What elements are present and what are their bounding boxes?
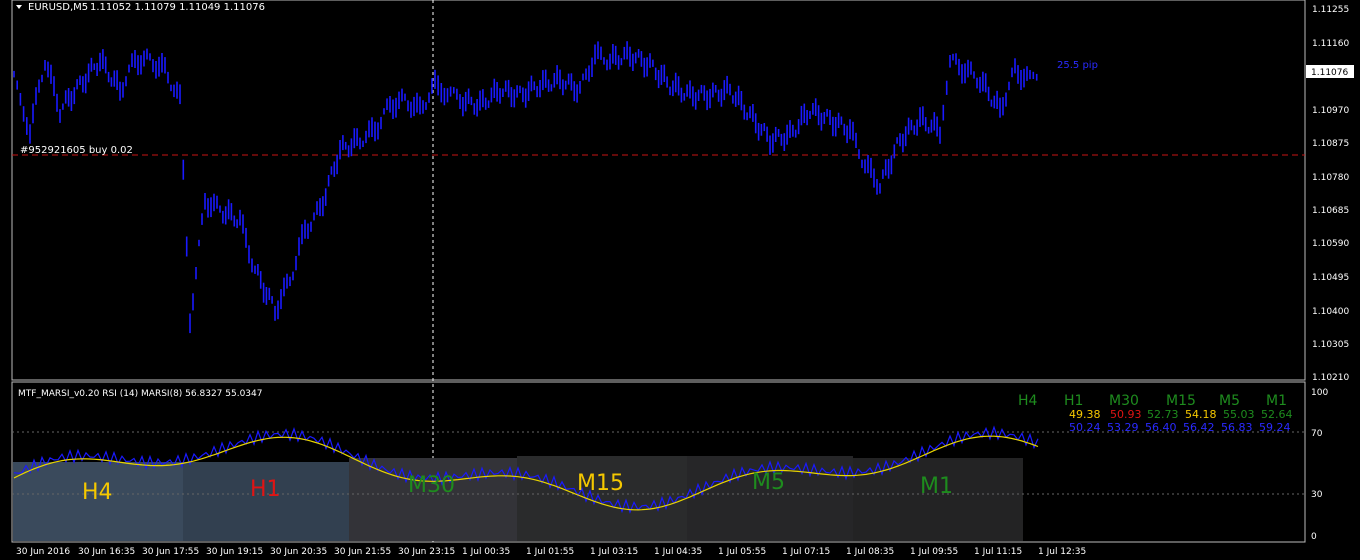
time-axis-label: 1 Jul 11:15 xyxy=(974,547,1022,557)
main-chart-area[interactable] xyxy=(11,0,1306,381)
time-axis-label: 30 Jun 21:55 xyxy=(334,547,391,557)
time-axis-label: 1 Jul 09:55 xyxy=(910,547,958,557)
time-axis-label: 1 Jul 08:35 xyxy=(846,547,894,557)
tf-rsi-value: 52.64 xyxy=(1261,408,1293,421)
zone-label-m1: M1 xyxy=(920,474,953,499)
spread-label: 25.5 pip xyxy=(1057,60,1098,71)
tf-name: H4 xyxy=(1018,393,1038,409)
indicator-scale-label: 100 xyxy=(1311,388,1328,398)
mt4-chart-window: #952921605 buy 0.02 EURUSD,M5 1.11052 1.… xyxy=(0,0,1360,560)
price-axis-label: 1.11255 xyxy=(1312,5,1349,15)
zone-label-m30: M30 xyxy=(408,473,455,498)
zone-m5 xyxy=(687,456,853,541)
time-axis-label: 30 Jun 20:35 xyxy=(270,547,327,557)
tf-marsi-value: 56.42 xyxy=(1183,421,1215,434)
tf-marsi-value: 56.40 xyxy=(1145,421,1177,434)
indicator-scale-label: 70 xyxy=(1311,429,1323,439)
price-chart[interactable]: #952921605 buy 0.02 EURUSD,M5 1.11052 1.… xyxy=(0,0,1360,560)
zone-m30 xyxy=(349,458,517,541)
time-axis-label: 1 Jul 04:35 xyxy=(654,547,702,557)
time-axis-label: 1 Jul 07:15 xyxy=(782,547,830,557)
price-axis-label: 1.11160 xyxy=(1312,39,1349,49)
price-axis-label: 1.10210 xyxy=(1312,373,1349,383)
tf-rsi-value: 49.38 xyxy=(1069,408,1101,421)
time-axis-label: 1 Jul 12:35 xyxy=(1038,547,1086,557)
tf-name: M30 xyxy=(1109,393,1139,409)
tf-rsi-value: 54.18 xyxy=(1185,408,1217,421)
time-axis-label: 1 Jul 05:55 xyxy=(718,547,766,557)
price-axis: 1.11255 1.11160 1.10970 1.10875 1.10780 … xyxy=(1306,5,1354,383)
zone-label-h4: H4 xyxy=(82,480,113,505)
order-line-label: #952921605 buy 0.02 xyxy=(20,145,133,156)
tf-name: M15 xyxy=(1166,393,1196,409)
tf-name: M5 xyxy=(1219,393,1240,409)
tf-marsi-value: 56.83 xyxy=(1221,421,1253,434)
tf-name: H1 xyxy=(1064,393,1083,409)
price-axis-label: 1.10970 xyxy=(1312,106,1349,116)
zone-label-m5: M5 xyxy=(752,470,785,495)
current-price-label: 1.11076 xyxy=(1311,68,1348,78)
price-axis-label: 1.10305 xyxy=(1312,340,1349,350)
price-axis-label: 1.10495 xyxy=(1312,273,1349,283)
indicator-scale-label: 30 xyxy=(1311,490,1323,500)
chart-symbol-label: EURUSD,M5 xyxy=(28,2,88,13)
tf-marsi-value: 53.29 xyxy=(1107,421,1139,434)
time-axis-label: 30 Jun 23:15 xyxy=(398,547,455,557)
zone-m1 xyxy=(853,458,1023,541)
time-axis-label: 30 Jun 17:55 xyxy=(142,547,199,557)
zone-label-m15: M15 xyxy=(577,471,624,496)
price-axis-label: 1.10685 xyxy=(1312,206,1349,216)
time-axis: 30 Jun 2016 30 Jun 16:35 30 Jun 17:55 30… xyxy=(16,547,1086,557)
tf-name: M1 xyxy=(1266,393,1287,409)
tf-rsi-value: 52.73 xyxy=(1147,408,1179,421)
tf-marsi-value: 50.24 xyxy=(1069,421,1101,434)
tf-rsi-value: 50.93 xyxy=(1110,408,1142,421)
price-axis-label: 1.10780 xyxy=(1312,173,1349,183)
price-axis-label: 1.10400 xyxy=(1312,307,1349,317)
time-axis-label: 30 Jun 19:15 xyxy=(206,547,263,557)
indicator-scale-label: 0 xyxy=(1311,532,1317,542)
indicator-header: MTF_MARSI_v0.20 RSI (14) MARSI(8) 56.832… xyxy=(18,389,262,399)
time-axis-label: 1 Jul 00:35 xyxy=(462,547,510,557)
chart-ohlc-label: 1.11052 1.11079 1.11049 1.11076 xyxy=(90,2,265,13)
time-axis-label: 30 Jun 2016 xyxy=(16,547,70,557)
time-axis-label: 30 Jun 16:35 xyxy=(78,547,135,557)
zone-label-h1: H1 xyxy=(250,477,281,502)
time-axis-label: 1 Jul 01:55 xyxy=(526,547,574,557)
tf-marsi-value: 59.24 xyxy=(1259,421,1291,434)
time-axis-label: 1 Jul 03:15 xyxy=(590,547,638,557)
tf-rsi-value: 55.03 xyxy=(1223,408,1255,421)
price-axis-label: 1.10875 xyxy=(1312,139,1349,149)
price-axis-label: 1.10590 xyxy=(1312,239,1349,249)
